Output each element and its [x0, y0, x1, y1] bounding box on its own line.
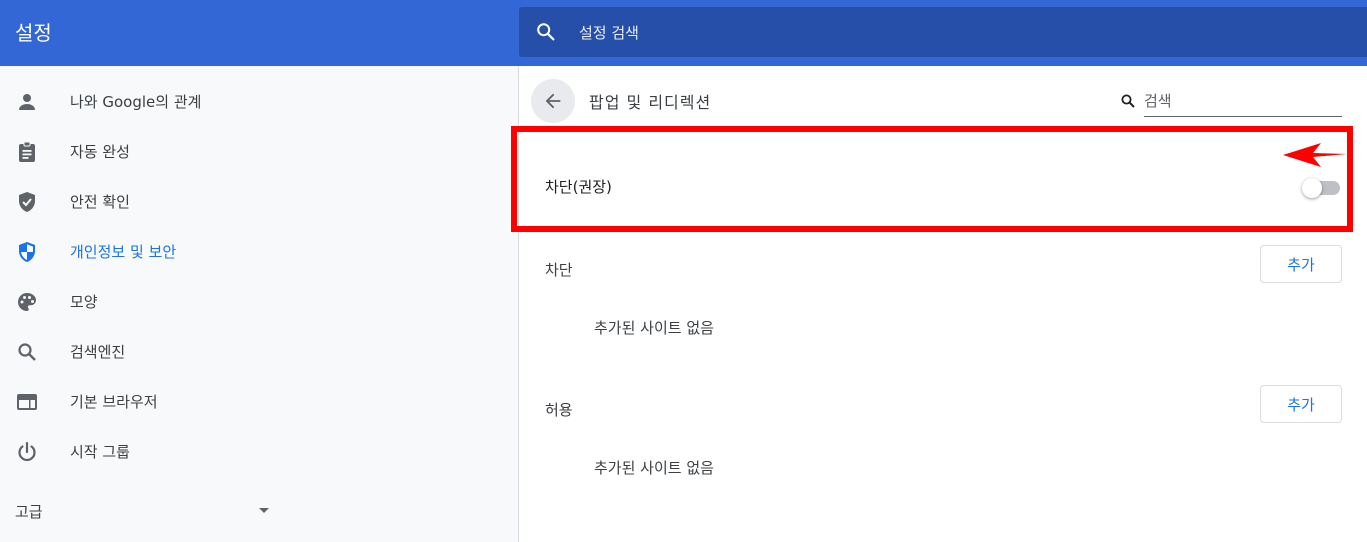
shield-check-icon	[19, 192, 35, 212]
sidebar-item-on-startup[interactable]: 시작 그룹	[0, 427, 518, 477]
sidebar-item-label: 모양	[70, 293, 98, 311]
sidebar-item-label: 기본 브라우저	[70, 393, 158, 411]
sidebar-item-label: 안전 확인	[70, 193, 130, 211]
app-title: 설정	[15, 21, 52, 45]
add-blocked-button[interactable]: 추가	[1260, 245, 1342, 283]
sidebar-item-you-and-google[interactable]: 나와 Google의 관계	[0, 77, 518, 127]
search-icon	[18, 343, 36, 361]
sidebar-item-label: 나와 Google의 관계	[70, 93, 202, 111]
page-search-input[interactable]	[1144, 86, 1342, 117]
clipboard-icon	[19, 141, 35, 162]
sidebar-item-privacy-security[interactable]: 개인정보 및 보안	[0, 227, 518, 277]
power-icon	[18, 441, 36, 462]
page-search-box[interactable]	[1119, 84, 1344, 118]
browser-icon	[17, 394, 37, 410]
shield-icon	[19, 242, 35, 262]
block-popups-toggle[interactable]	[1302, 177, 1340, 198]
main-panel: 팝업 및 리디렉션 차단(권장) 차단 추가 추가된 사이트 없음 허용 추가 …	[511, 66, 1367, 542]
sidebar-item-label: 시작 그룹	[70, 443, 130, 461]
sidebar-item-label: 자동 완성	[70, 143, 130, 161]
search-icon	[1121, 94, 1135, 108]
sidebar-item-autofill[interactable]: 자동 완성	[0, 127, 518, 177]
settings-search-input[interactable]	[577, 17, 1181, 49]
arrow-back-icon	[545, 93, 561, 109]
red-arrow-icon	[1283, 143, 1347, 167]
settings-search-box[interactable]	[519, 7, 1367, 57]
header-bar: 설정	[0, 0, 1367, 66]
toggle-thumb	[1302, 178, 1322, 198]
add-allowed-button[interactable]: 추가	[1260, 385, 1342, 423]
palette-icon	[18, 293, 36, 311]
advanced-toggle[interactable]: 고급	[0, 489, 290, 533]
sidebar-item-safety-check[interactable]: 안전 확인	[0, 177, 518, 227]
allowed-empty-text: 추가된 사이트 없음	[594, 459, 714, 477]
blocked-empty-text: 추가된 사이트 없음	[594, 319, 714, 337]
page-title: 팝업 및 리디렉션	[589, 93, 712, 112]
search-icon	[537, 23, 555, 41]
sidebar-item-label: 개인정보 및 보안	[70, 243, 177, 261]
sidebar-item-default-browser[interactable]: 기본 브라우저	[0, 377, 518, 427]
blocked-section-title: 차단	[545, 261, 573, 279]
block-toggle-label: 차단(권장)	[545, 178, 612, 196]
sidebar: 나와 Google의 관계 자동 완성 안전 확인 개인정보 및 보안 모양 검…	[0, 66, 519, 542]
allowed-section-title: 허용	[545, 401, 573, 419]
advanced-label: 고급	[15, 503, 43, 521]
person-icon	[19, 94, 35, 110]
caret-down-icon	[259, 508, 269, 513]
sidebar-item-search-engine[interactable]: 검색엔진	[0, 327, 518, 377]
sidebar-item-appearance[interactable]: 모양	[0, 277, 518, 327]
back-button[interactable]	[531, 79, 575, 123]
highlight-box	[511, 126, 1353, 232]
sidebar-item-label: 검색엔진	[70, 343, 126, 361]
